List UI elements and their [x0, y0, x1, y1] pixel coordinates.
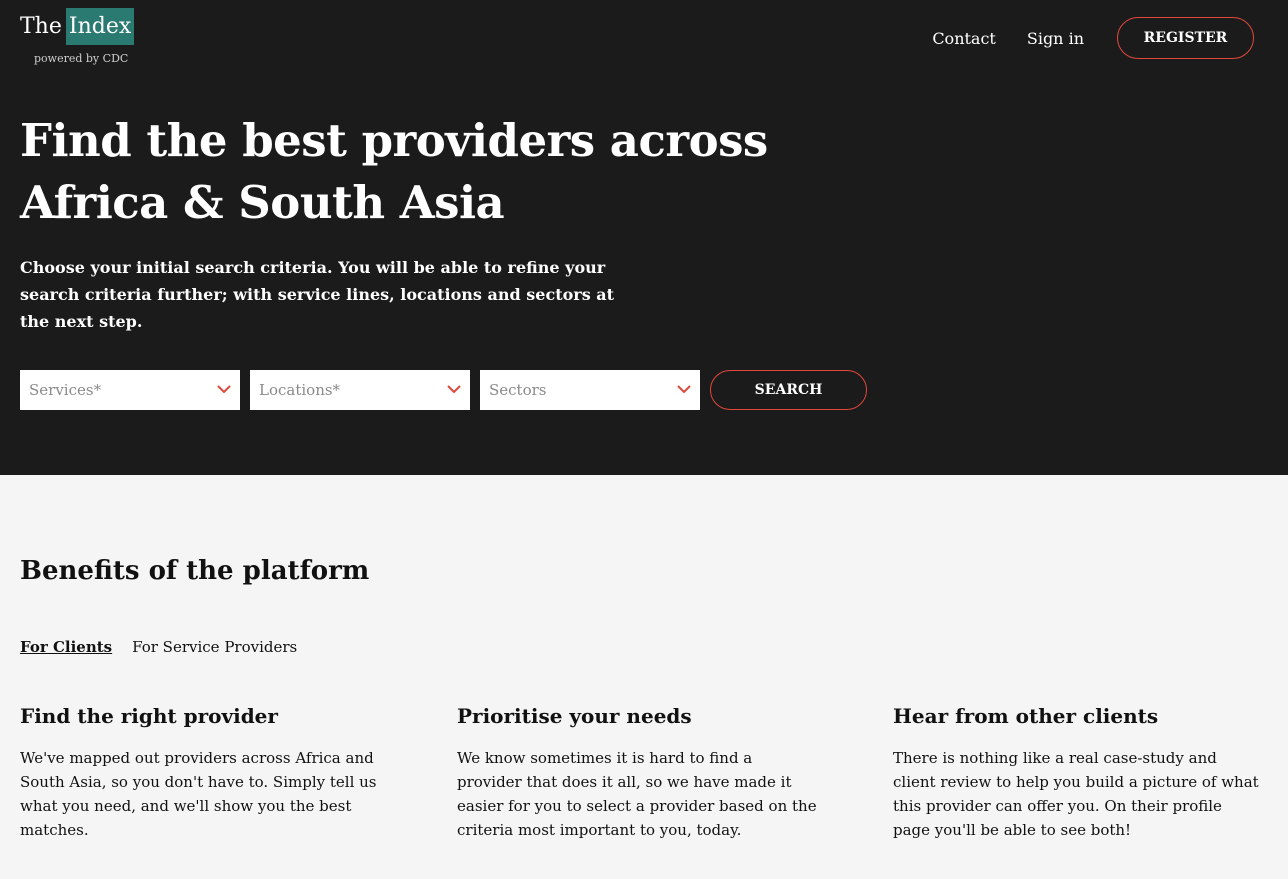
benefit-card: Hear from other clients There is nothing… [893, 704, 1263, 842]
locations-placeholder: Locations* [259, 381, 341, 399]
sectors-dropdown[interactable]: Sectors [480, 370, 700, 410]
benefits-tabs: For Clients For Service Providers [20, 638, 317, 656]
locations-dropdown[interactable]: Locations* [250, 370, 470, 410]
chevron-down-icon [677, 385, 691, 394]
hero-title-line1: Find the best providers across [20, 114, 768, 167]
benefit-text: We know sometimes it is hard to find a p… [457, 749, 817, 839]
benefit-card: Find the right provider We've mapped out… [20, 704, 380, 842]
nav-contact-link[interactable]: Contact [932, 29, 996, 48]
benefit-card: Prioritise your needs We know sometimes … [457, 704, 817, 842]
services-placeholder: Services* [29, 381, 102, 399]
benefit-heading: Hear from other clients [893, 704, 1159, 728]
chevron-down-icon [447, 385, 461, 394]
sectors-placeholder: Sectors [489, 381, 547, 399]
hero-section: The Index powered by CDC Contact Sign in… [0, 0, 1288, 475]
search-button[interactable]: SEARCH [710, 370, 867, 410]
benefit-heading: Prioritise your needs [457, 704, 692, 728]
top-nav: Contact Sign in REGISTER [932, 17, 1254, 59]
tab-for-clients[interactable]: For Clients [20, 638, 112, 656]
chevron-down-icon [217, 385, 231, 394]
benefit-text: There is nothing like a real case-study … [893, 749, 1259, 839]
hero-subtitle: Choose your initial search criteria. You… [20, 258, 615, 331]
logo-the-text: The [20, 14, 62, 39]
benefit-text: We've mapped out providers across Africa… [20, 749, 377, 839]
hero-title-line2: Africa & South Asia [20, 176, 505, 229]
hero-title: Find the best providers across Africa & … [20, 110, 780, 234]
register-button[interactable]: REGISTER [1117, 17, 1254, 59]
logo-powered-by: powered by CDC [34, 52, 129, 65]
site-logo[interactable]: The Index powered by CDC [20, 8, 135, 65]
services-dropdown[interactable]: Services* [20, 370, 240, 410]
logo-index-text: Index [65, 8, 135, 45]
benefits-title: Benefits of the platform [20, 556, 370, 586]
logo-wordmark: The Index [20, 8, 135, 45]
benefit-heading: Find the right provider [20, 704, 278, 728]
nav-signin-link[interactable]: Sign in [1027, 29, 1084, 48]
tab-for-service-providers[interactable]: For Service Providers [132, 638, 297, 656]
